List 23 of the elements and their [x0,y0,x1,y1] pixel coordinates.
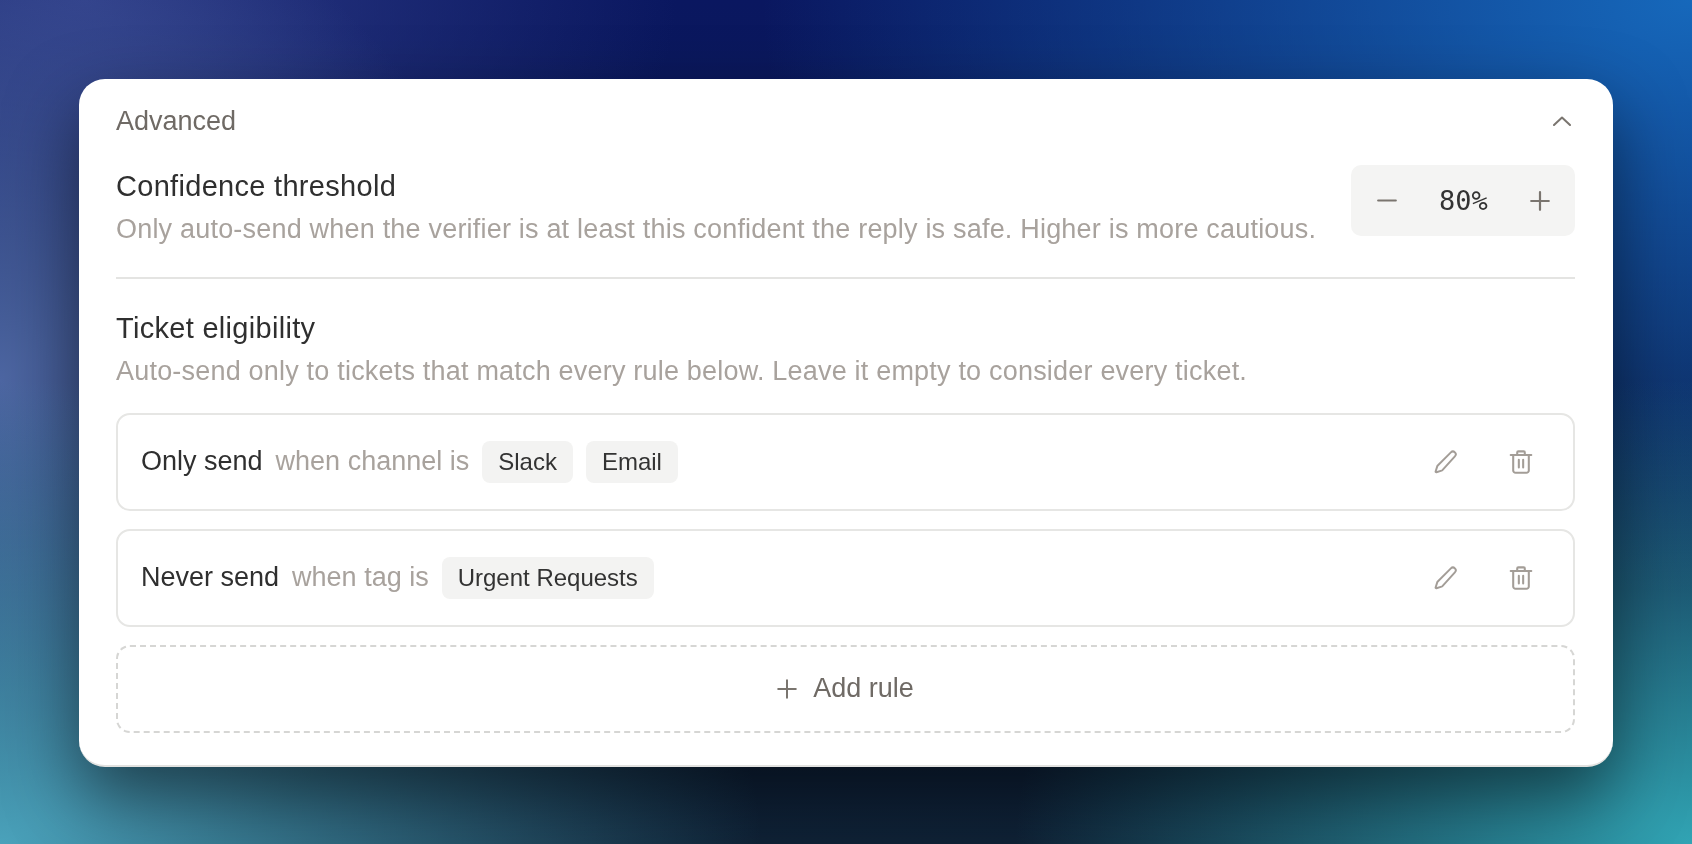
minus-icon [1377,199,1397,202]
pencil-icon [1433,564,1459,591]
rule-action: Only send [141,446,263,477]
plus-icon [777,678,798,699]
setting-title: Ticket eligibility [116,310,317,345]
rule-action: Never send [141,562,280,593]
value-tag: Email [585,440,678,483]
section-title[interactable]: Advanced [116,105,237,137]
trash-icon [1508,448,1534,475]
value-tag: Slack [482,440,573,483]
value-tag: Urgent Requests [441,556,654,599]
threshold-value: 80% [1438,185,1489,216]
add-rule-button[interactable]: Add rule [116,644,1575,733]
pencil-icon [1433,448,1459,475]
setting-title: Confidence threshold [116,169,398,203]
rule-condition: when tag is [292,562,429,593]
chevron-up-icon[interactable] [1553,116,1571,126]
rule-condition: when channel is [275,446,470,477]
setting-description: Only auto-send when the verifier is at least this confident the reply is safe. Higher is more cautious. [116,214,1317,244]
setting-description: Auto-send only to tickets that match every rule below. Leave it empty to consider every ticket. [116,355,1249,386]
trash-icon [1508,564,1534,591]
plus-icon [1530,190,1550,211]
threshold-stepper[interactable]: 80% [1351,165,1575,236]
